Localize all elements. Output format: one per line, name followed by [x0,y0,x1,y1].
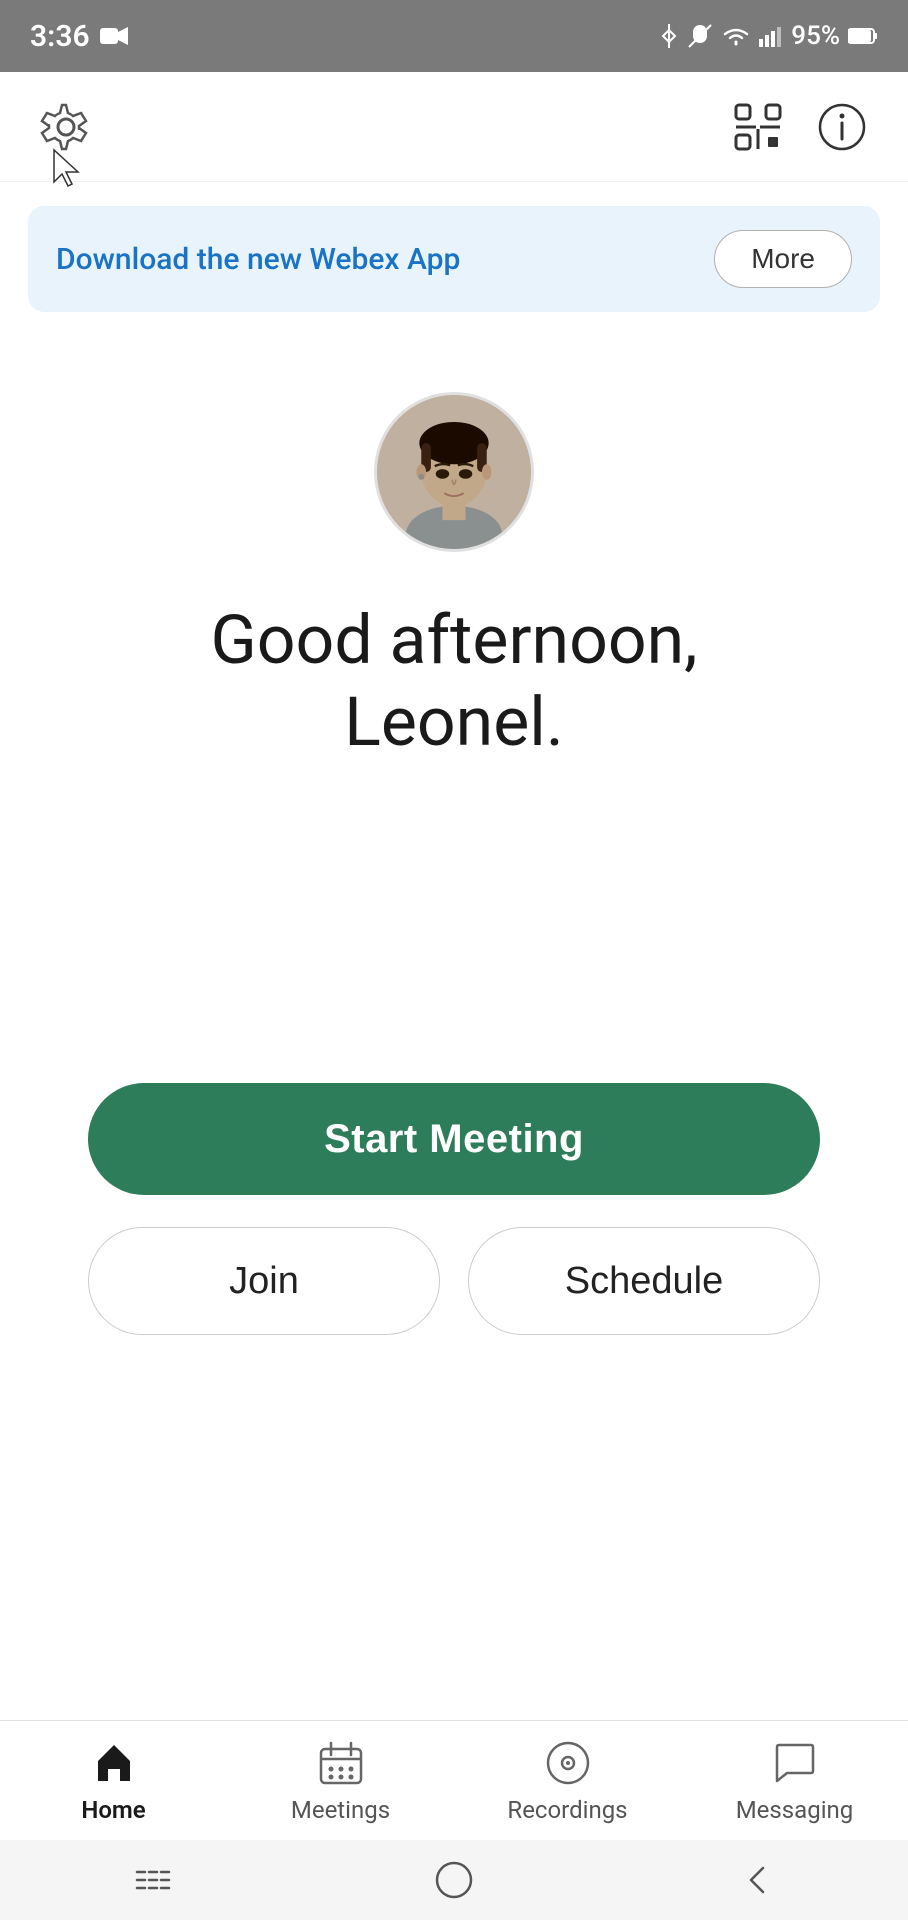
join-button[interactable]: Join [88,1227,440,1335]
back-button[interactable] [727,1850,787,1910]
system-nav [0,1840,908,1920]
scan-icon [732,101,784,153]
banner-text: Download the new Webex App [56,242,460,277]
avatar [374,392,534,552]
nav-home[interactable]: Home [34,1738,194,1824]
back-icon [739,1862,775,1898]
home-system-button[interactable] [424,1850,484,1910]
nav-home-label: Home [81,1796,145,1824]
app-bar-left [36,97,96,157]
recent-apps-icon [131,1862,171,1898]
settings-button[interactable] [36,97,96,157]
recordings-icon [543,1738,593,1788]
nav-recordings[interactable]: Recordings [488,1738,648,1824]
recordings-icon-svg [544,1739,592,1787]
status-left: 3:36 [30,19,130,54]
avatar-image [377,392,531,552]
recent-apps-button[interactable] [121,1850,181,1910]
download-banner: Download the new Webex App More [28,206,880,312]
info-button[interactable] [812,97,872,157]
meetings-icon [316,1738,366,1788]
bottom-nav: Home Meetings [0,1720,908,1840]
nav-messaging[interactable]: Messaging [715,1738,875,1824]
home-icon-svg [90,1739,138,1787]
secondary-buttons: Join Schedule [88,1227,820,1335]
greeting: Good afternoon, Leonel. [170,600,737,763]
status-time: 3:36 [30,19,90,54]
signal-icon [759,25,783,47]
app-bar-right [728,97,872,157]
battery-percent: 95% [791,21,840,51]
status-right: 95% [659,21,878,51]
home-icon [89,1738,139,1788]
nav-meetings-label: Meetings [291,1796,390,1824]
messaging-icon [770,1738,820,1788]
home-system-icon [434,1860,474,1900]
nav-messaging-label: Messaging [736,1796,854,1824]
main-content: Good afternoon, Leonel. Start Meeting Jo… [0,312,908,1395]
scan-button[interactable] [728,97,788,157]
nav-recordings-label: Recordings [507,1796,627,1824]
banner-more-button[interactable]: More [714,230,852,288]
bluetooth-icon [659,22,679,50]
messaging-icon-svg [771,1739,819,1787]
wifi-icon [721,24,751,48]
start-meeting-button[interactable]: Start Meeting [88,1083,820,1195]
meetings-icon-svg [317,1739,365,1787]
info-icon [816,101,868,153]
action-buttons: Start Meeting Join Schedule [0,1083,908,1395]
greeting-line1: Good afternoon, [210,600,697,680]
nav-meetings[interactable]: Meetings [261,1738,421,1824]
gear-icon [40,101,92,153]
battery-icon [848,27,878,45]
app-bar [0,72,908,182]
schedule-button[interactable]: Schedule [468,1227,820,1335]
video-call-icon [100,25,130,47]
status-bar: 3:36 95% [0,0,908,72]
greeting-line2: Leonel. [344,682,564,762]
mute-icon [687,23,713,49]
